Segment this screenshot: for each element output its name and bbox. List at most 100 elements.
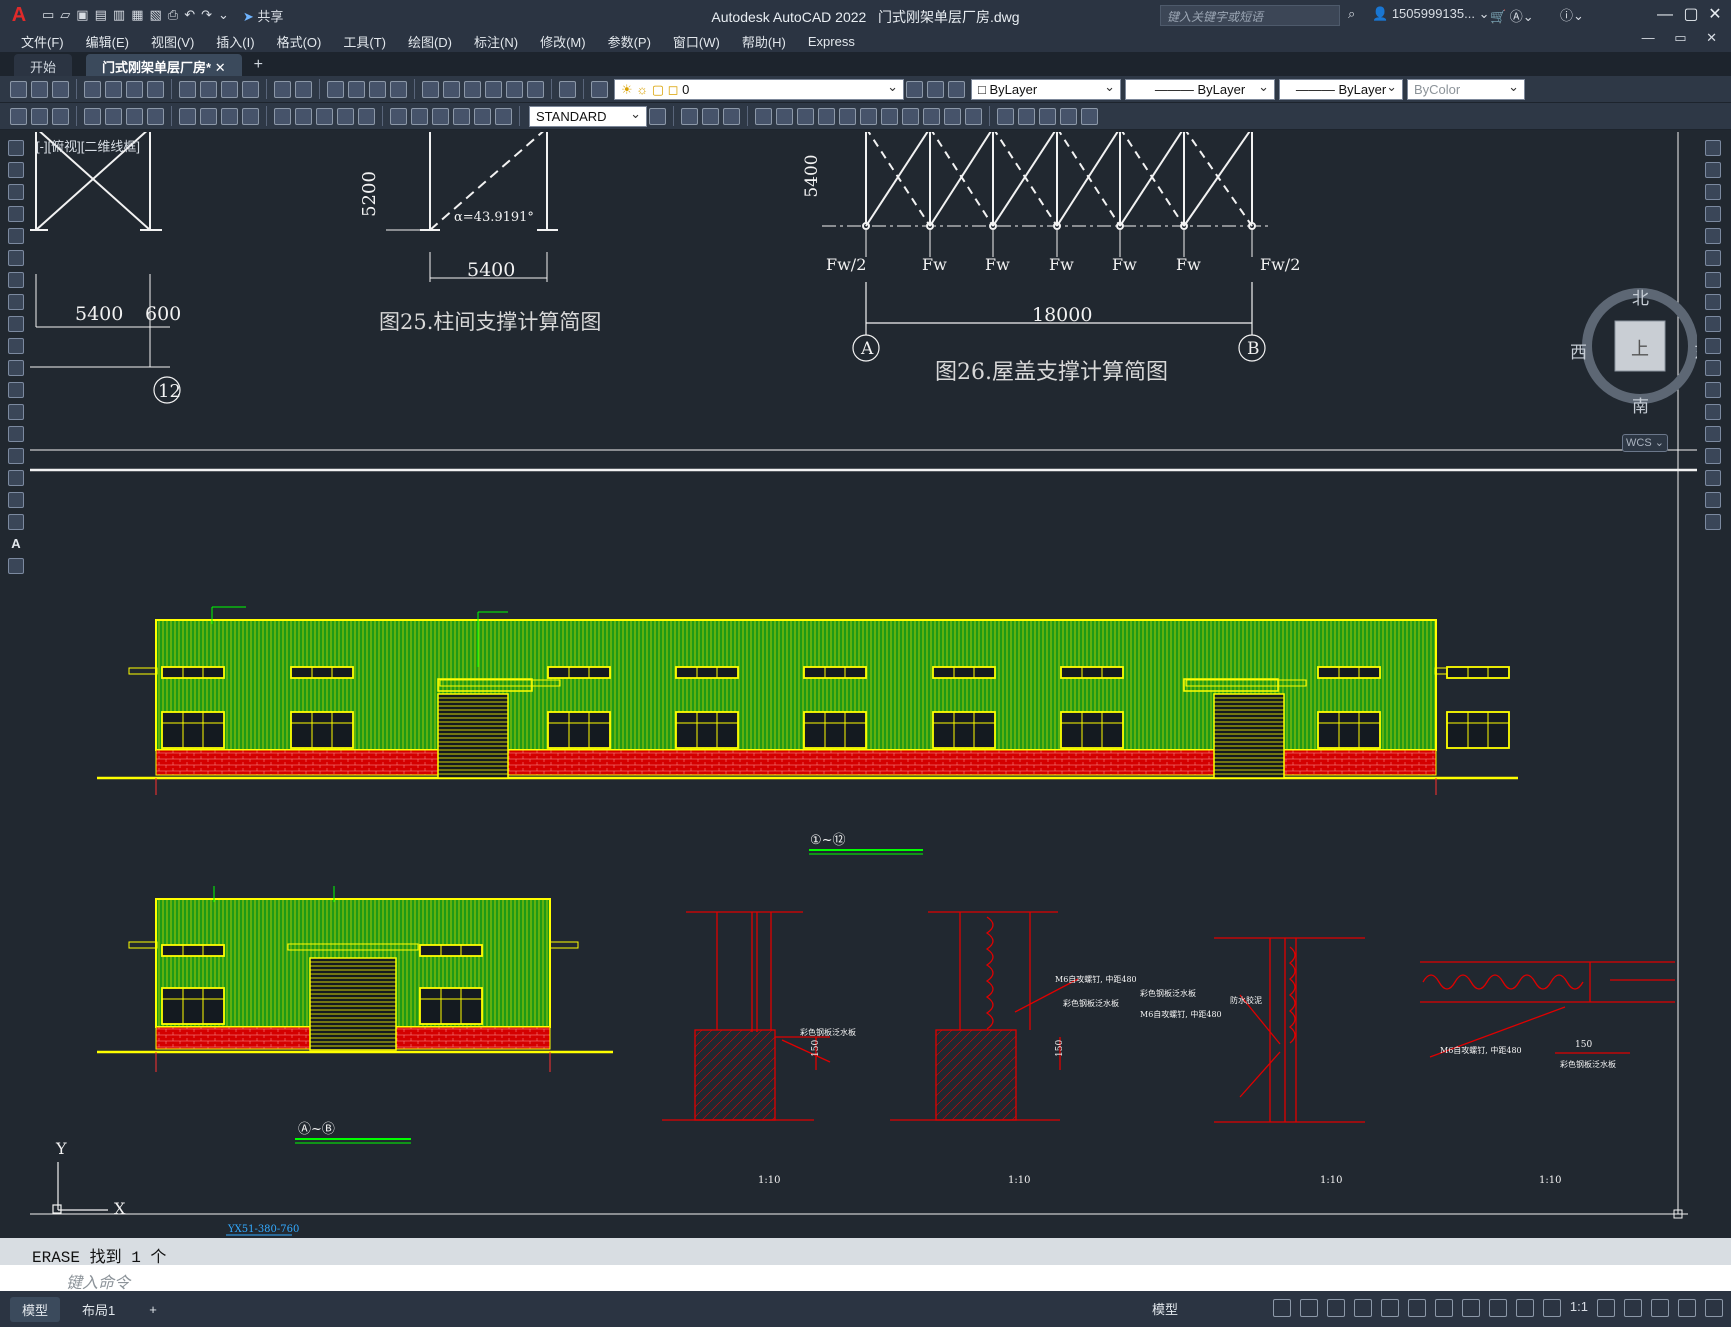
join-icon[interactable] xyxy=(923,107,940,125)
redo-icon[interactable]: ↷ xyxy=(201,7,212,23)
undo-icon[interactable]: ↶ xyxy=(184,7,195,23)
point-icon[interactable] xyxy=(8,426,24,442)
construction-line-icon[interactable] xyxy=(8,162,24,178)
ortho-icon[interactable] xyxy=(1326,1299,1345,1317)
drawing-canvas[interactable]: [-][俯视][二维线框] 5400 600 12 5200 α=43.9191… xyxy=(30,132,1697,1238)
circle-icon[interactable] xyxy=(8,272,24,288)
draworder-icon[interactable] xyxy=(1018,107,1035,125)
dim-style-icon[interactable] xyxy=(31,107,48,125)
command-input[interactable]: 键入命令 xyxy=(0,1265,1731,1292)
tab-drawing[interactable]: 门式刚架单层厂房* ✕ xyxy=(86,54,242,76)
auto-scale-icon[interactable] xyxy=(1515,1299,1534,1317)
offset-icon[interactable] xyxy=(755,107,772,125)
tolerance-icon[interactable] xyxy=(390,107,407,125)
grid-icon[interactable] xyxy=(1272,1299,1291,1317)
qnew-icon[interactable] xyxy=(10,80,27,98)
text-front-icon[interactable] xyxy=(1081,107,1098,125)
layer-previous-icon[interactable] xyxy=(927,80,944,98)
draworder-back-icon[interactable] xyxy=(1060,107,1077,125)
tool-palette-icon[interactable] xyxy=(464,80,481,98)
compass-north[interactable]: 北 xyxy=(1632,284,1649,309)
viewcube-face-top[interactable]: 上 xyxy=(1631,335,1649,361)
dim-angular-icon[interactable] xyxy=(242,107,259,125)
dim-space-icon[interactable] xyxy=(337,107,354,125)
customize-dropdown-icon[interactable]: ⌄ xyxy=(218,7,229,23)
open-icon[interactable] xyxy=(31,80,48,98)
layer-state-manager-icon[interactable] xyxy=(948,80,965,98)
share-button[interactable]: ➤ 共享 xyxy=(243,6,284,25)
workspace-gear-icon[interactable] xyxy=(1597,1299,1615,1317)
explode-icon[interactable] xyxy=(1705,514,1721,530)
break-icon[interactable] xyxy=(1705,404,1721,420)
help-icon[interactable]: ⓘ⌄ xyxy=(1560,5,1584,24)
line-icon[interactable] xyxy=(8,140,24,156)
open-file-icon[interactable]: ▱ xyxy=(60,7,70,23)
chamfer-icon[interactable] xyxy=(944,107,961,125)
markup-icon[interactable] xyxy=(506,80,523,98)
gradient-icon[interactable] xyxy=(8,470,24,486)
fillet-icon[interactable] xyxy=(965,107,982,125)
user-account[interactable]: 👤 1505999135... ⌄ xyxy=(1372,6,1489,22)
model-space-toggle[interactable]: 模型 xyxy=(1152,1299,1178,1318)
linetype-dropdown[interactable]: ——— ByLayer xyxy=(1125,78,1275,100)
revision-cloud-icon[interactable] xyxy=(8,294,24,310)
menu-view[interactable]: 视图(V) xyxy=(151,32,194,51)
array-icon[interactable] xyxy=(1705,228,1721,244)
erase-icon[interactable] xyxy=(1705,140,1721,156)
undo-icon[interactable] xyxy=(274,80,291,98)
make-block-icon[interactable] xyxy=(8,404,24,420)
extend-icon[interactable] xyxy=(881,107,898,125)
trim-icon[interactable] xyxy=(860,107,877,125)
break-point-icon[interactable] xyxy=(1705,382,1721,398)
dim-continue-icon[interactable] xyxy=(316,107,333,125)
lineweight-icon[interactable] xyxy=(1461,1299,1480,1317)
explode-icon[interactable] xyxy=(997,107,1014,125)
mtext-icon[interactable]: A xyxy=(8,536,24,552)
annotation-monitor-icon[interactable] xyxy=(1624,1299,1642,1317)
export-icon[interactable]: ▦ xyxy=(131,7,143,23)
zoom-previous-icon[interactable] xyxy=(390,80,407,98)
tab-layout1[interactable]: 布局1 xyxy=(70,1297,127,1322)
new-tab-icon[interactable]: + xyxy=(254,56,263,76)
preview-icon[interactable] xyxy=(105,80,122,98)
pan-icon[interactable] xyxy=(327,80,344,98)
viewcube[interactable]: 北 南 西 东 上 WCS ⌄ xyxy=(1570,284,1697,456)
dim-aligned-icon[interactable] xyxy=(105,107,122,125)
dim-radius-icon[interactable] xyxy=(179,107,196,125)
dim-linear-icon[interactable] xyxy=(84,107,101,125)
tab-close-icon[interactable]: ✕ xyxy=(215,60,226,75)
fillet-icon[interactable] xyxy=(1705,470,1721,486)
help-icon[interactable] xyxy=(559,80,576,98)
paste-icon[interactable] xyxy=(221,80,238,98)
menu-modify[interactable]: 修改(M) xyxy=(540,32,586,51)
arc-icon[interactable] xyxy=(8,250,24,266)
viewport-controls[interactable]: [-][俯视][二维线框] xyxy=(36,136,140,155)
rectangle-icon[interactable] xyxy=(8,228,24,244)
array-icon[interactable] xyxy=(776,107,793,125)
compass-south[interactable]: 南 xyxy=(1632,392,1649,417)
menu-file[interactable]: 文件(F) xyxy=(21,32,64,51)
draworder-front-icon[interactable] xyxy=(1039,107,1056,125)
inspection-icon[interactable] xyxy=(432,107,449,125)
save-as-icon[interactable]: ▤ xyxy=(95,7,107,23)
publish-icon[interactable]: ▧ xyxy=(149,7,161,23)
dim-arc-icon[interactable] xyxy=(126,107,143,125)
annotation-scale-value[interactable]: 1:1 xyxy=(1570,1299,1588,1317)
publish-icon[interactable] xyxy=(126,80,143,98)
zoom-window-icon[interactable] xyxy=(369,80,386,98)
copy-icon[interactable] xyxy=(1705,162,1721,178)
redo-icon[interactable] xyxy=(295,80,312,98)
move-icon[interactable] xyxy=(1705,250,1721,266)
dim-update-icon[interactable] xyxy=(649,107,666,125)
stretch-icon[interactable] xyxy=(839,107,856,125)
break-icon[interactable] xyxy=(902,107,919,125)
menu-help[interactable]: 帮助(H) xyxy=(742,32,786,51)
multileader-icon[interactable] xyxy=(52,107,69,125)
calculator-icon[interactable] xyxy=(527,80,544,98)
jog-linear-icon[interactable] xyxy=(453,107,470,125)
polyline-icon[interactable] xyxy=(8,184,24,200)
make-current-icon[interactable] xyxy=(906,80,923,98)
stretch-icon[interactable] xyxy=(1705,316,1721,332)
color-dropdown[interactable]: □ ByLayer xyxy=(971,78,1121,100)
mirror-icon[interactable] xyxy=(723,107,740,125)
